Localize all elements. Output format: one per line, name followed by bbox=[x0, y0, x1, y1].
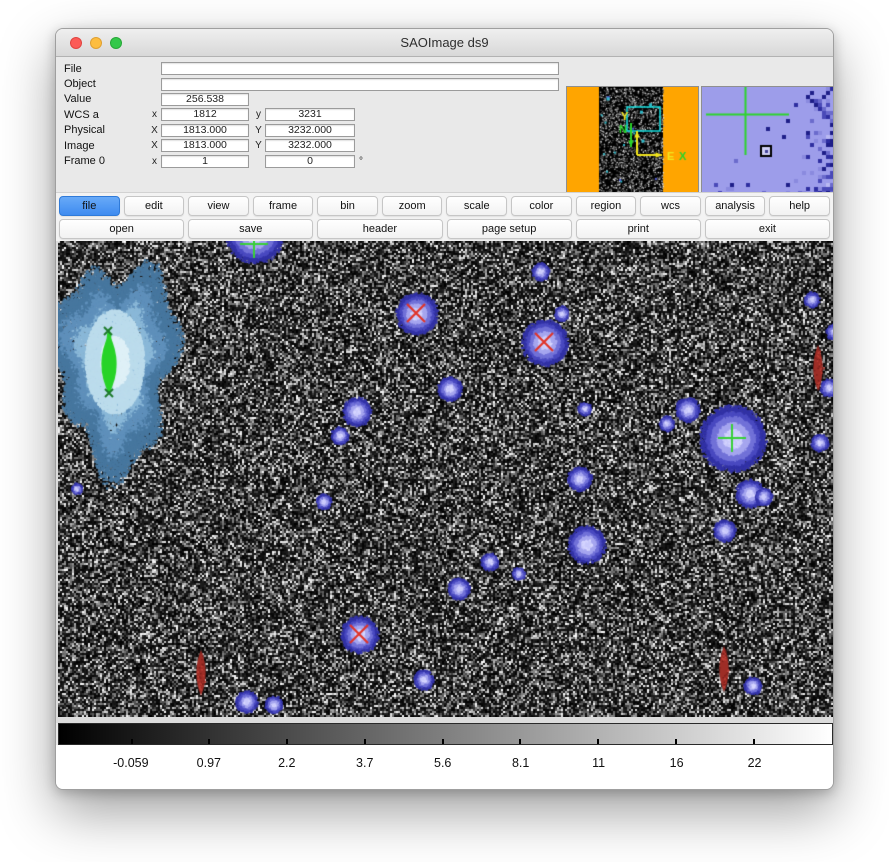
menu-button[interactable]: file bbox=[59, 196, 120, 216]
colorbar-tick bbox=[675, 739, 677, 744]
info-value-field-1[interactable]: 256.538 bbox=[161, 93, 249, 106]
info-panel: File Object Value bbox=[56, 57, 833, 192]
info-row: Object bbox=[56, 76, 561, 91]
close-button[interactable] bbox=[70, 37, 82, 49]
info-row-label: Image bbox=[56, 140, 148, 152]
info-value-field-1[interactable]: 1 bbox=[161, 155, 249, 168]
colorbar-scale: -0.059 0.97 2.2 3.7 5.6 8.1 11 16 22 bbox=[56, 745, 833, 790]
colorbar-tick-label: 5.6 bbox=[434, 756, 451, 770]
menu-button[interactable]: edit bbox=[124, 196, 185, 216]
menu-button[interactable]: region bbox=[576, 196, 637, 216]
colorbar-tick-label: -0.059 bbox=[113, 756, 148, 770]
file-action-button[interactable]: page setup bbox=[447, 219, 572, 239]
info-row-label: Value bbox=[56, 93, 148, 105]
file-action-button[interactable]: save bbox=[188, 219, 313, 239]
colorbar-tick-label: 3.7 bbox=[356, 756, 373, 770]
info-row-label: Physical bbox=[56, 124, 148, 136]
menu-button[interactable]: scale bbox=[446, 196, 507, 216]
info-row: Frame 0 x 1 0 ° bbox=[56, 153, 561, 168]
colorbar-tick bbox=[442, 739, 444, 744]
info-row-label: Frame 0 bbox=[56, 155, 148, 167]
title-bar[interactable]: SAOImage ds9 bbox=[56, 29, 833, 57]
colorbar-tick-label: 11 bbox=[592, 756, 605, 770]
info-value-field-2[interactable]: 3231 bbox=[265, 108, 355, 121]
file-action-button[interactable]: open bbox=[59, 219, 184, 239]
zoom-window-button[interactable] bbox=[110, 37, 122, 49]
menu-button[interactable]: bin bbox=[317, 196, 378, 216]
degree-suffix: ° bbox=[359, 156, 363, 167]
axis-sub-label-2: Y bbox=[252, 140, 265, 151]
info-row: Value 256.538 bbox=[56, 92, 561, 107]
menu-button[interactable]: zoom bbox=[382, 196, 443, 216]
info-value-field-1[interactable]: 1813.000 bbox=[161, 139, 249, 152]
menu-bar: file edit view frame bin zoom scale colo… bbox=[56, 192, 833, 241]
axis-sub-label-2: Y bbox=[252, 125, 265, 136]
minimize-button[interactable] bbox=[90, 37, 102, 49]
colorbar-tick-label: 8.1 bbox=[512, 756, 529, 770]
colorbar-tick bbox=[597, 739, 599, 744]
menu-button[interactable]: help bbox=[769, 196, 830, 216]
info-value-field-2[interactable]: 3232.000 bbox=[265, 139, 355, 152]
colorbar-tick-label: 22 bbox=[748, 756, 762, 770]
file-action-button[interactable]: exit bbox=[705, 219, 830, 239]
info-value-field-1[interactable] bbox=[161, 62, 559, 75]
axis-sub-label-2: y bbox=[252, 109, 265, 120]
coordinate-readout: File Object Value bbox=[56, 61, 561, 169]
window-title: SAOImage ds9 bbox=[56, 29, 833, 56]
file-action-button[interactable]: print bbox=[576, 219, 701, 239]
menu-button[interactable]: wcs bbox=[640, 196, 701, 216]
desktop: { "window": { "title": "SAOImage ds9" },… bbox=[0, 0, 889, 862]
info-value-field-1[interactable]: 1812 bbox=[161, 108, 249, 121]
info-row: WCS a x 1812 y 3231 bbox=[56, 107, 561, 122]
info-row: File bbox=[56, 61, 561, 76]
info-value-field-2[interactable]: 3232.000 bbox=[265, 124, 355, 137]
file-action-button[interactable]: header bbox=[317, 219, 442, 239]
info-row: Physical X 1813.000 Y 3232.000 bbox=[56, 123, 561, 138]
colorbar-tick-label: 16 bbox=[670, 756, 684, 770]
axis-sub-label-1: x bbox=[148, 109, 161, 120]
sky-image-canvas[interactable] bbox=[58, 241, 833, 717]
axis-sub-label-1: X bbox=[148, 140, 161, 151]
colorbar[interactable] bbox=[58, 723, 833, 745]
colorbar-tick bbox=[131, 739, 133, 744]
info-value-field-1[interactable]: 1813.000 bbox=[161, 124, 249, 137]
menu-button[interactable]: analysis bbox=[705, 196, 766, 216]
menu-button[interactable]: color bbox=[511, 196, 572, 216]
info-row-label: Object bbox=[56, 78, 148, 90]
info-row-label: File bbox=[56, 63, 148, 75]
colorbar-tick-label: 2.2 bbox=[278, 756, 295, 770]
colorbar-tick bbox=[364, 739, 366, 744]
traffic-lights bbox=[70, 37, 122, 49]
colorbar-tick bbox=[286, 739, 288, 744]
menu-row-main: file edit view frame bin zoom scale colo… bbox=[56, 193, 833, 216]
colorbar-tick-label: 0.97 bbox=[197, 756, 221, 770]
colorbar-tick bbox=[753, 739, 755, 744]
info-row-label: WCS a bbox=[56, 109, 148, 121]
menu-button[interactable]: view bbox=[188, 196, 249, 216]
axis-sub-label-1: X bbox=[148, 125, 161, 136]
colorbar-tick bbox=[208, 739, 210, 744]
menu-row-file-actions: open save header page setup print exit bbox=[56, 216, 833, 239]
image-display-area bbox=[56, 241, 833, 723]
info-value-field-1[interactable] bbox=[161, 78, 559, 91]
axis-sub-label-1: x bbox=[148, 156, 161, 167]
menu-button[interactable]: frame bbox=[253, 196, 314, 216]
info-row: Image X 1813.000 Y 3232.000 bbox=[56, 138, 561, 153]
colorbar-tick bbox=[519, 739, 521, 744]
ds9-window: SAOImage ds9 File Object bbox=[55, 28, 834, 790]
info-value-field-2[interactable]: 0 bbox=[265, 155, 355, 168]
